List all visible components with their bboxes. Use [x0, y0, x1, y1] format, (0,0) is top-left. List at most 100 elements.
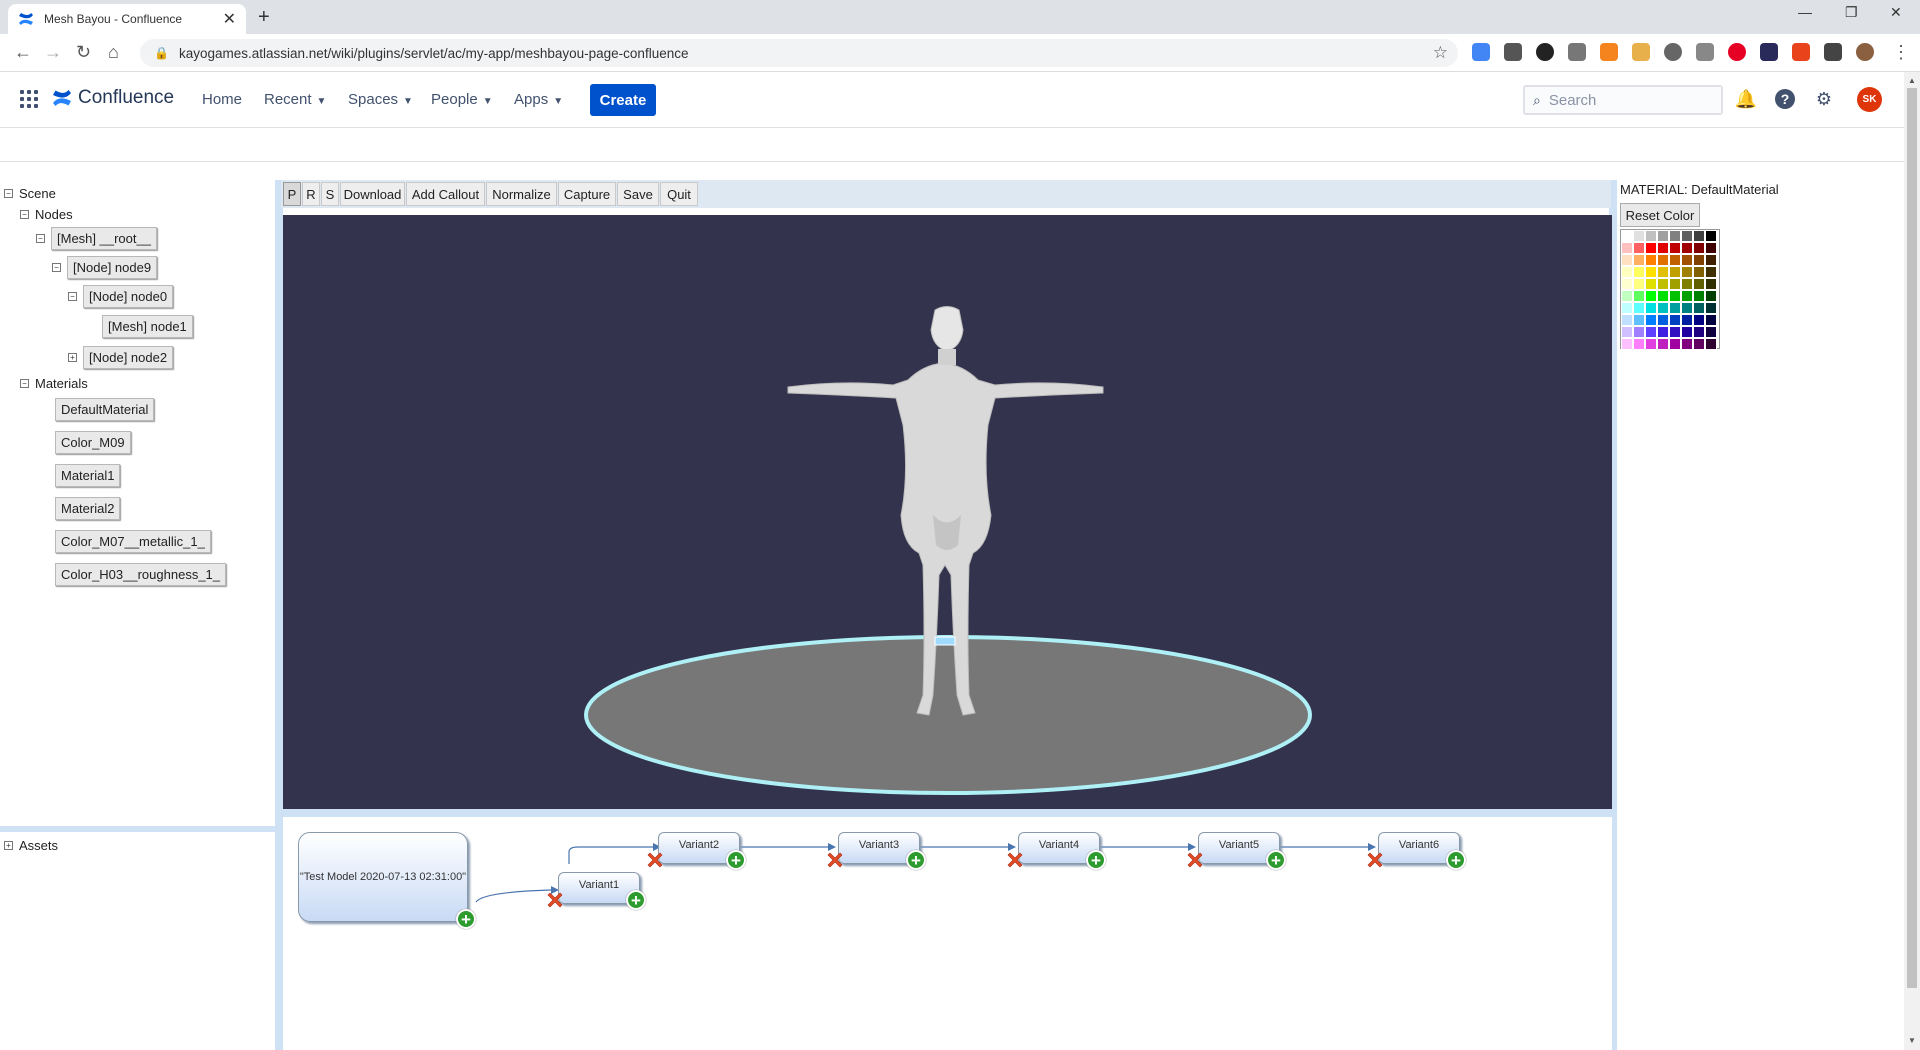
color-swatch[interactable]	[1705, 314, 1717, 326]
color-swatch[interactable]	[1669, 314, 1681, 326]
color-swatch[interactable]	[1657, 266, 1669, 278]
color-swatch[interactable]	[1669, 230, 1681, 242]
variant-root-node[interactable]: "Test Model 2020-07-13 02:31:00"	[298, 832, 468, 922]
rss-extension-icon[interactable]	[1600, 43, 1618, 61]
color-swatch[interactable]	[1681, 254, 1693, 266]
node-button[interactable]: [Mesh] node1	[102, 315, 193, 338]
color-swatch[interactable]	[1657, 230, 1669, 242]
color-swatch[interactable]	[1633, 230, 1645, 242]
color-swatch[interactable]	[1669, 266, 1681, 278]
color-swatch[interactable]	[1669, 302, 1681, 314]
sync-extension-icon[interactable]	[1536, 43, 1554, 61]
position-button[interactable]: P	[283, 182, 301, 206]
color-swatch[interactable]	[1693, 338, 1705, 350]
color-swatch[interactable]	[1705, 242, 1717, 254]
material-item[interactable]: Color_M07__metallic_1_	[55, 530, 211, 553]
create-button[interactable]: Create	[590, 84, 656, 116]
tree-scene[interactable]: − Scene	[4, 186, 56, 201]
color-swatch[interactable]	[1645, 338, 1657, 350]
material-item[interactable]: DefaultMaterial	[55, 398, 155, 421]
node-button[interactable]: [Node] node2	[83, 346, 174, 369]
material-item[interactable]: Material1	[55, 464, 121, 487]
color-swatch[interactable]	[1669, 278, 1681, 290]
notifications-icon[interactable]: 🔔	[1734, 87, 1758, 111]
color-swatch[interactable]	[1645, 266, 1657, 278]
tree-splitter[interactable]	[0, 826, 275, 832]
browser-menu-icon[interactable]: ⋮	[1892, 42, 1910, 63]
color-swatch[interactable]	[1693, 290, 1705, 302]
delete-variant-icon[interactable]	[645, 850, 665, 870]
node-button[interactable]: [Mesh] __root__	[51, 227, 157, 250]
collapse-icon[interactable]: −	[4, 189, 13, 198]
browser-tab[interactable]: Mesh Bayou - Confluence ✕	[8, 4, 246, 34]
color-swatch[interactable]	[1681, 290, 1693, 302]
color-swatch[interactable]	[1645, 230, 1657, 242]
color-swatch[interactable]	[1645, 290, 1657, 302]
add-variant-icon[interactable]: +	[1266, 850, 1286, 870]
color-swatch[interactable]	[1657, 254, 1669, 266]
reload-icon[interactable]: ↻	[76, 42, 91, 63]
color-swatch[interactable]	[1681, 242, 1693, 254]
color-swatch[interactable]	[1621, 290, 1633, 302]
nav-home[interactable]: Home	[202, 91, 242, 108]
color-swatch[interactable]	[1693, 302, 1705, 314]
color-swatch[interactable]	[1669, 338, 1681, 350]
color-swatch[interactable]	[1669, 254, 1681, 266]
color-swatch[interactable]	[1681, 266, 1693, 278]
color-swatch[interactable]	[1657, 338, 1669, 350]
nav-spaces[interactable]: Spaces ▼	[348, 91, 413, 108]
node-button[interactable]: [Node] node0	[83, 285, 174, 308]
color-swatch[interactable]	[1681, 338, 1693, 350]
pinterest-extension-icon[interactable]	[1728, 43, 1746, 61]
delete-variant-icon[interactable]	[545, 890, 565, 910]
viewport-splitter[interactable]	[283, 809, 1612, 817]
color-swatch[interactable]	[1645, 242, 1657, 254]
color-swatch[interactable]	[1633, 278, 1645, 290]
color-swatch[interactable]	[1705, 254, 1717, 266]
color-swatch[interactable]	[1621, 302, 1633, 314]
color-swatch[interactable]	[1693, 242, 1705, 254]
tree-node-node2[interactable]: + [Node] node2	[68, 346, 174, 369]
scrollbar-thumb[interactable]	[1907, 88, 1917, 988]
color-swatch[interactable]	[1645, 314, 1657, 326]
tree-node-node0[interactable]: − [Node] node0	[68, 285, 174, 308]
gizmo-handle[interactable]	[934, 636, 956, 646]
tree-nodes[interactable]: − Nodes	[20, 207, 73, 222]
url-field[interactable]: 🔒 kayogames.atlassian.net/wiki/plugins/s…	[140, 39, 1458, 67]
collapse-icon[interactable]: −	[68, 292, 77, 301]
color-swatch[interactable]	[1693, 230, 1705, 242]
color-swatch[interactable]	[1705, 230, 1717, 242]
recycle-extension-icon[interactable]	[1568, 43, 1586, 61]
rotate-button[interactable]: R	[302, 182, 320, 206]
tab-close-icon[interactable]: ✕	[223, 9, 236, 29]
color-swatch[interactable]	[1657, 242, 1669, 254]
download-button[interactable]: Download	[340, 182, 405, 206]
add-variant-icon[interactable]: +	[1086, 850, 1106, 870]
color-swatch[interactable]	[1705, 302, 1717, 314]
color-swatch[interactable]	[1693, 314, 1705, 326]
color-swatch[interactable]	[1681, 314, 1693, 326]
color-swatch[interactable]	[1705, 290, 1717, 302]
color-swatch[interactable]	[1633, 314, 1645, 326]
quit-button[interactable]: Quit	[660, 182, 698, 206]
tree-node-root-mesh[interactable]: − [Mesh] __root__	[36, 227, 157, 250]
color-swatch[interactable]	[1681, 230, 1693, 242]
expand-icon[interactable]: +	[68, 353, 77, 362]
collapse-icon[interactable]: −	[36, 234, 45, 243]
material-button[interactable]: Color_H03__roughness_1_	[55, 563, 227, 586]
delete-variant-icon[interactable]	[825, 850, 845, 870]
delete-variant-icon[interactable]	[1185, 850, 1205, 870]
color-swatch[interactable]	[1705, 266, 1717, 278]
add-variant-icon[interactable]: +	[456, 909, 476, 929]
pocket-extension-icon[interactable]	[1504, 43, 1522, 61]
material-button[interactable]: Material1	[55, 464, 121, 487]
window-close-icon[interactable]: ✕	[1890, 4, 1902, 21]
color-swatch[interactable]	[1633, 338, 1645, 350]
add-callout-button[interactable]: Add Callout	[406, 182, 485, 206]
color-swatch[interactable]	[1633, 290, 1645, 302]
forward-icon[interactable]: →	[44, 42, 62, 63]
user-avatar[interactable]: SK	[1857, 87, 1882, 112]
search-input[interactable]: ⌕ Search	[1523, 85, 1723, 115]
scale-button[interactable]: S	[321, 182, 339, 206]
add-variant-icon[interactable]: +	[726, 850, 746, 870]
